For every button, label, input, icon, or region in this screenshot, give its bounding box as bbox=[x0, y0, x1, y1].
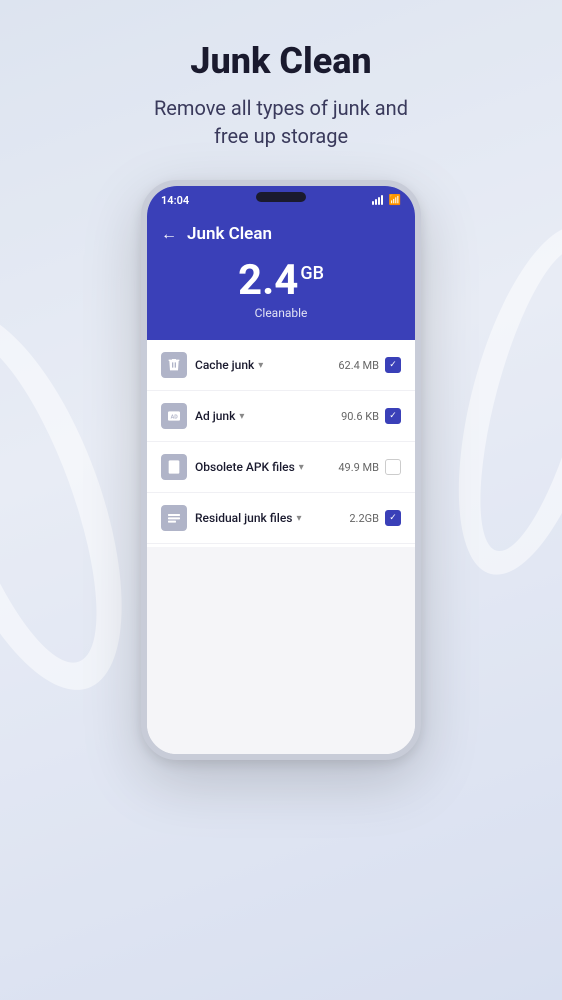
status-time: 14:04 bbox=[161, 194, 189, 207]
notch-pill bbox=[256, 192, 306, 202]
size-number: 2.4GB bbox=[161, 260, 401, 302]
ad-junk-right: 90.6 KB bbox=[341, 408, 401, 424]
residual-size: 2.2GB bbox=[349, 512, 379, 525]
cache-junk-right: 62.4 MB bbox=[338, 357, 401, 373]
ad-junk-size: 90.6 KB bbox=[341, 410, 379, 423]
list-item[interactable]: Residual junk files ▾ 2.2GB bbox=[147, 493, 415, 544]
cache-junk-size: 62.4 MB bbox=[338, 359, 379, 372]
apk-label: Obsolete APK files ▾ bbox=[195, 460, 338, 474]
list-item[interactable]: AD Ad junk ▾ 90.6 KB bbox=[147, 391, 415, 442]
size-label: Cleanable bbox=[161, 306, 401, 320]
apk-size: 49.9 MB bbox=[338, 461, 379, 474]
svg-text:AD: AD bbox=[171, 415, 179, 421]
apk-right: 49.9 MB bbox=[338, 459, 401, 475]
list-item[interactable]: Obsolete APK files ▾ 49.9 MB bbox=[147, 442, 415, 493]
list-item[interactable]: Cache junk ▾ 62.4 MB bbox=[147, 340, 415, 391]
back-button[interactable]: ← bbox=[161, 224, 177, 244]
ad-junk-icon: AD bbox=[161, 403, 187, 429]
apk-icon bbox=[161, 454, 187, 480]
residual-label: Residual junk files ▾ bbox=[195, 511, 349, 525]
phone-frame: 14:04 📶 ← Junk Clean 2.4GB Cleanable bbox=[141, 180, 421, 760]
status-bar: 14:04 📶 bbox=[147, 186, 415, 214]
app-header-title: Junk Clean bbox=[187, 224, 272, 244]
signal-icon bbox=[372, 195, 383, 205]
junk-list: Cache junk ▾ 62.4 MB AD Ad junk ▾ 90.6 K… bbox=[147, 340, 415, 547]
residual-right: 2.2GB bbox=[349, 510, 401, 526]
page-title: Junk Clean bbox=[154, 40, 408, 82]
ad-junk-checkbox[interactable] bbox=[385, 408, 401, 424]
size-unit: GB bbox=[300, 263, 324, 284]
residual-icon bbox=[161, 505, 187, 531]
app-title-row: ← Junk Clean bbox=[161, 224, 401, 244]
cache-junk-checkbox[interactable] bbox=[385, 357, 401, 373]
apk-checkbox[interactable] bbox=[385, 459, 401, 475]
phone-mockup: 14:04 📶 ← Junk Clean 2.4GB Cleanable bbox=[141, 180, 421, 760]
residual-checkbox[interactable] bbox=[385, 510, 401, 526]
phone-bottom-space bbox=[147, 547, 415, 754]
cache-junk-icon bbox=[161, 352, 187, 378]
wifi-icon: 📶 bbox=[389, 195, 401, 206]
size-display: 2.4GB Cleanable bbox=[161, 260, 401, 320]
ad-junk-label: Ad junk ▾ bbox=[195, 409, 341, 423]
cache-junk-label: Cache junk ▾ bbox=[195, 358, 338, 372]
app-header: ← Junk Clean 2.4GB Cleanable bbox=[147, 214, 415, 340]
header-section: Junk Clean Remove all types of junk andf… bbox=[114, 0, 448, 170]
status-icons: 📶 bbox=[372, 195, 401, 206]
page-subtitle: Remove all types of junk andfree up stor… bbox=[154, 94, 408, 150]
